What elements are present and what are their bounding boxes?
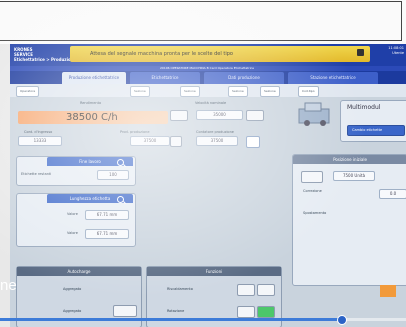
counter-field-1: 13333: [18, 136, 62, 146]
label-length-panel: Lunghezza etichetta Valore 67.71 mm Valo…: [16, 193, 136, 247]
multimodule-panel: Multimodul Cambio etichette: [340, 100, 406, 142]
counter-label-3: Contatore produzione: [196, 130, 234, 134]
tab-stazione[interactable]: Stazione etichettatrice: [288, 72, 378, 84]
nominal-speed-field[interactable]: 35000: [196, 110, 243, 120]
label-length-title: Lunghezza etichetta: [69, 196, 111, 201]
shift-label: Spostamento: [303, 211, 327, 215]
functions-toggle-1a[interactable]: [237, 284, 255, 296]
counter-field-2: 37500: [130, 136, 170, 146]
warning-icon: [357, 49, 364, 56]
tool-sezione-3[interactable]: Sezione: [228, 86, 248, 97]
autocharge-header: Autocharge: [17, 267, 141, 276]
fine-lavoro-label: Etichette restanti: [21, 172, 52, 176]
speed-display: 38500 C/h: [18, 111, 168, 124]
functions-header: Funzioni: [147, 267, 281, 276]
tab-produzione[interactable]: Produzione etichettatrice: [62, 72, 126, 84]
start-position-title: Posizione iniziale: [333, 157, 367, 162]
start-position-panel: Posizione iniziale 7500 Unità Correzione…: [292, 154, 406, 286]
tool-operatore[interactable]: Operatore: [16, 86, 40, 97]
speed-value: 38500 C/h: [66, 112, 118, 123]
functions-row-1: Riscaldamento: [167, 287, 193, 291]
fine-lavoro-panel: Fine lavoro Etichette restanti 100: [16, 156, 136, 186]
multimodule-title: Multimodul: [347, 104, 381, 111]
counter-field-3: 37500: [196, 136, 238, 146]
counter-label-2: Prod. produzione: [120, 130, 150, 134]
info-text: 20106 OPERATORE MACCHINA B Card Operator…: [160, 66, 255, 70]
tab-etichettatrice[interactable]: Etichettatrice: [130, 72, 200, 84]
fine-lavoro-title: Fine lavoro: [79, 159, 101, 164]
banner-text: Attesa del segnale macchina pronta per l…: [90, 51, 233, 57]
autocharge-toggle[interactable]: [113, 305, 137, 317]
toolbar: Operatore Sezione Sezione Sezione Sezion…: [10, 84, 406, 97]
functions-toggle-2b[interactable]: [257, 306, 275, 318]
label-length-label-2: Valore: [67, 231, 78, 235]
tab-bar: Produzione etichettatrice Etichettatrice…: [10, 71, 406, 84]
label-length-label-1: Valore: [67, 212, 78, 216]
start-position-header: Posizione iniziale: [293, 155, 406, 164]
status-banner: Attesa del segnale macchina pronta per l…: [70, 46, 370, 62]
functions-row-2: Rotazione: [167, 309, 185, 313]
functions-toggle-2a[interactable]: [237, 306, 255, 318]
orange-indicator: [380, 285, 396, 297]
autocharge-row-2: Aggregato: [63, 309, 82, 313]
speed-plus-button[interactable]: [246, 110, 264, 121]
tab-dati-produzione[interactable]: Dati produzione: [204, 72, 284, 84]
counter-label-1: Cont. d'ingresso: [24, 130, 53, 134]
hmi-screen: KRONES SERVICE Etichettatrice > Produzio…: [10, 44, 406, 327]
tool-sezione-1[interactable]: Sezione: [130, 86, 150, 97]
functions-title: Funzioni: [205, 269, 223, 274]
autocharge-row-1: Aggregato: [63, 287, 82, 291]
breadcrumb: Etichettatrice > Produzione: [14, 57, 77, 62]
change-labels-label: Cambio etichette: [352, 128, 383, 132]
speed-label: Rendimento: [80, 101, 102, 105]
speed-minus-button[interactable]: [170, 110, 188, 121]
functions-toggle-1b[interactable]: [257, 284, 275, 296]
video-seekbar[interactable]: [0, 315, 406, 325]
clock: 11:08:01 Utente: [388, 46, 404, 56]
position-up-button[interactable]: [301, 171, 323, 183]
tool-sezione-4[interactable]: Sezione: [260, 86, 280, 97]
top-bar: KRONES SERVICE Etichettatrice > Produzio…: [10, 44, 406, 66]
bezel-border: [0, 1, 402, 41]
tool-cod-tipo[interactable]: Cod.tipo: [298, 86, 319, 97]
seekbar-fill: [0, 318, 342, 321]
refresh-icon[interactable]: [246, 136, 260, 148]
tool-sezione-2[interactable]: Sezione: [180, 86, 200, 97]
top-bezel: [0, 0, 406, 44]
labeller-machine-icon: [298, 102, 330, 126]
clock-user: Utente: [392, 51, 404, 55]
label-length-field-1[interactable]: 67.71 mm: [85, 210, 129, 220]
krones-logo: KRONES SERVICE Etichettatrice > Produzio…: [14, 47, 76, 62]
autocharge-title: Autocharge: [67, 269, 91, 274]
nominal-speed-label: Velocità nominale: [195, 101, 227, 105]
photo-scene: KRONES SERVICE Etichettatrice > Produzio…: [0, 0, 406, 327]
correction-label: Correzione: [303, 189, 322, 193]
video-caption: ne: [0, 277, 17, 294]
change-labels-button[interactable]: Cambio etichette: [347, 125, 405, 136]
label-length-field-2[interactable]: 67.71 mm: [85, 229, 129, 239]
fine-lavoro-field[interactable]: 100: [97, 170, 129, 180]
position-field[interactable]: 7500 Unità: [333, 171, 375, 181]
counter-reset-button[interactable]: [170, 136, 182, 147]
correction-field[interactable]: 0.0: [379, 189, 406, 199]
seekbar-handle[interactable]: [337, 315, 348, 325]
